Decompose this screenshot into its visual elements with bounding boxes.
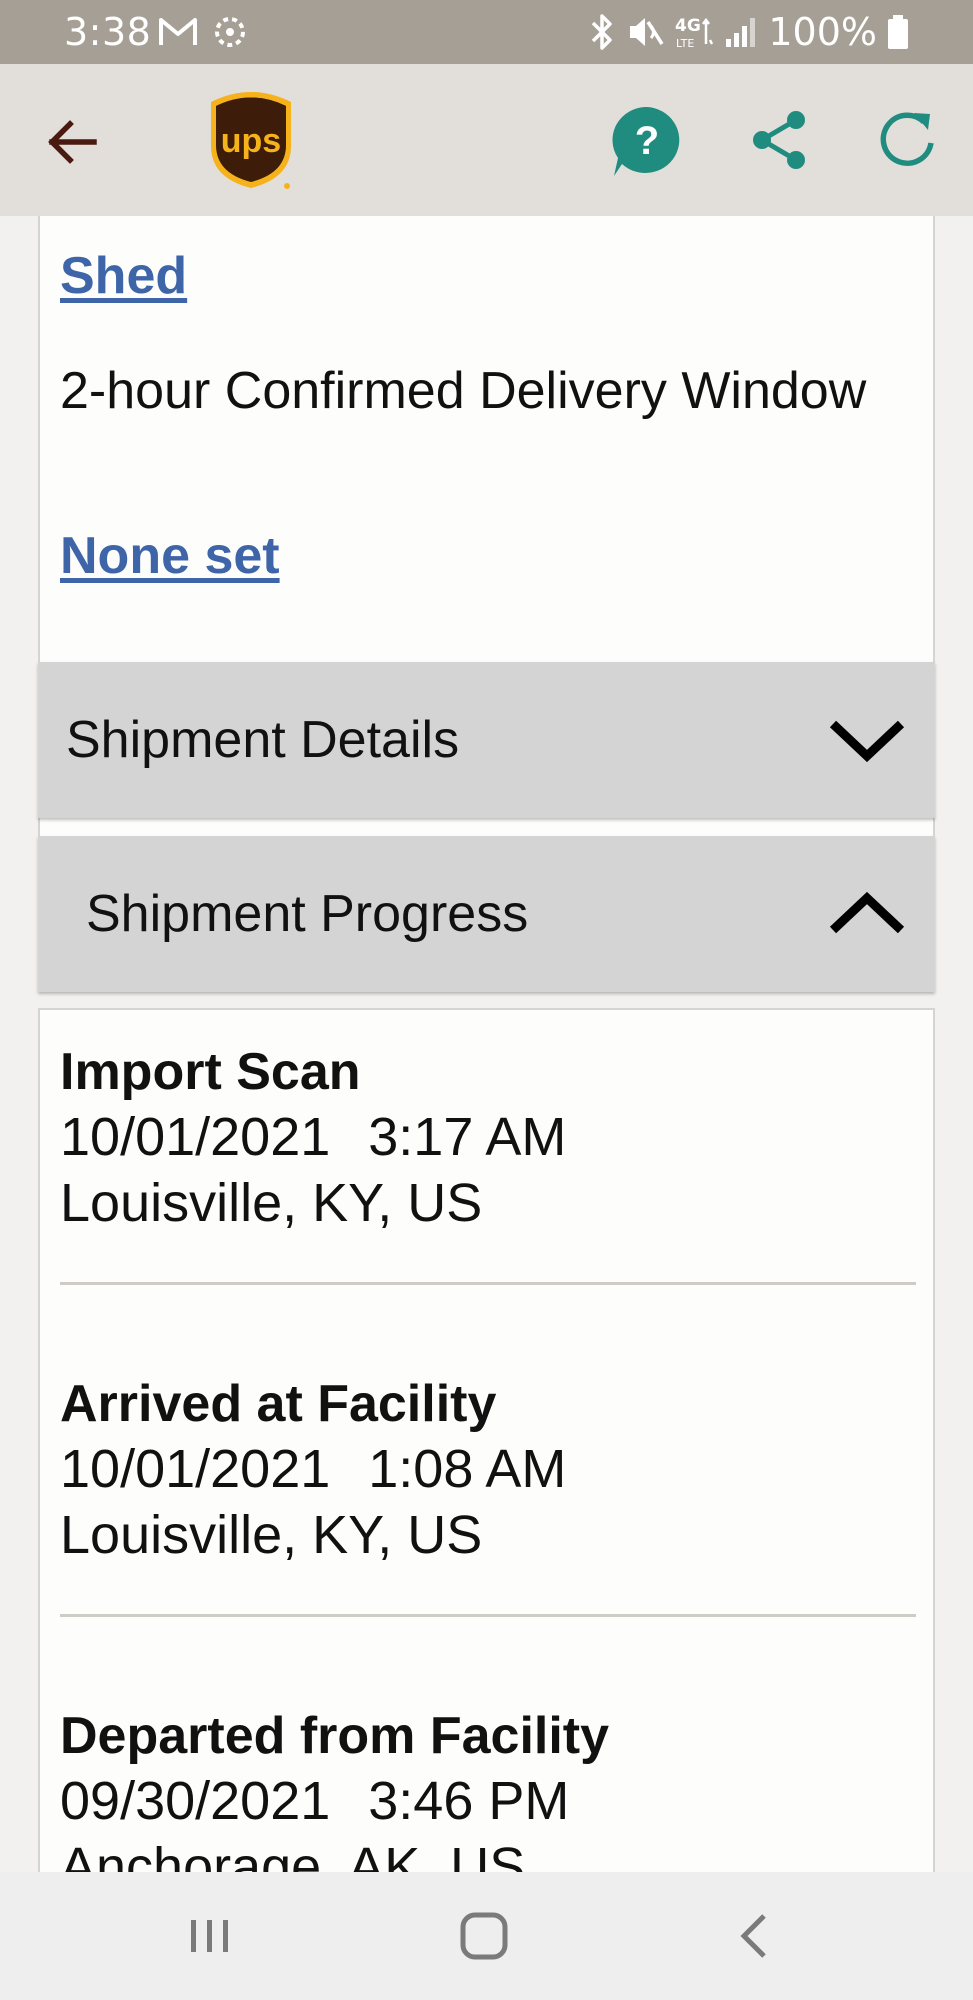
none-set-link[interactable]: None set bbox=[60, 526, 280, 586]
battery-icon bbox=[888, 15, 908, 49]
progress-event: Arrived at Facility 10/01/2021 1:08 AM Lo… bbox=[60, 1372, 916, 1617]
app-bar: ups ? bbox=[0, 64, 973, 216]
back-arrow-icon bbox=[48, 120, 97, 164]
back-button[interactable] bbox=[40, 110, 104, 174]
status-bar: 3:38 4G LTE 100% bbox=[0, 0, 973, 64]
nav-back-button[interactable] bbox=[726, 1906, 786, 1966]
shipment-progress-label: Shipment Progress bbox=[86, 885, 529, 943]
status-time: 3:38 bbox=[64, 10, 152, 54]
share-icon bbox=[753, 111, 805, 169]
event-title: Arrived at Facility bbox=[60, 1375, 497, 1433]
event-time: 3:46 PM bbox=[368, 1771, 570, 1831]
shipment-progress-header[interactable]: Shipment Progress bbox=[38, 836, 935, 992]
event-datetime: 10/01/2021 3:17 AM bbox=[60, 1104, 916, 1170]
mute-icon bbox=[630, 18, 664, 46]
status-system-icons: 4G LTE 100% bbox=[588, 10, 909, 54]
progress-event: Import Scan 10/01/2021 3:17 AM Louisville… bbox=[60, 1040, 916, 1285]
refresh-button[interactable] bbox=[874, 108, 940, 174]
recents-button[interactable] bbox=[180, 1906, 240, 1966]
help-button[interactable]: ? bbox=[610, 104, 684, 178]
chevron-up-icon bbox=[829, 891, 905, 934]
event-divider bbox=[60, 1614, 916, 1617]
chevron-down-icon bbox=[829, 720, 905, 763]
scroll-content[interactable]: Shed 2-hour Confirmed Delivery Window No… bbox=[0, 216, 973, 1872]
ups-logo-text: ups bbox=[221, 122, 281, 160]
event-location: Louisville, KY, US bbox=[60, 1173, 483, 1233]
progress-event: Departed from Facility 09/30/2021 3:46 PM… bbox=[60, 1704, 916, 1872]
system-nav-bar bbox=[0, 1872, 973, 2000]
event-date: 10/01/2021 bbox=[60, 1439, 331, 1499]
delivery-window-label: 2-hour Confirmed Delivery Window bbox=[60, 362, 867, 420]
shipment-progress-list: Import Scan 10/01/2021 3:17 AM Louisville… bbox=[38, 1008, 935, 1872]
ups-logo: ups bbox=[207, 88, 295, 192]
event-datetime: 10/01/2021 1:08 AM bbox=[60, 1436, 916, 1502]
help-icon: ? bbox=[612, 106, 680, 176]
event-title: Departed from Facility bbox=[60, 1707, 610, 1765]
event-date: 09/30/2021 bbox=[60, 1771, 331, 1831]
refresh-icon bbox=[880, 112, 934, 166]
status-notification-icons bbox=[158, 14, 248, 50]
shipment-details-label: Shipment Details bbox=[66, 711, 460, 769]
svg-text:?: ? bbox=[635, 119, 659, 163]
event-datetime: 09/30/2021 3:46 PM bbox=[60, 1768, 916, 1834]
home-button[interactable] bbox=[454, 1906, 514, 1966]
sync-icon bbox=[215, 17, 245, 47]
event-location: Louisville, KY, US bbox=[60, 1505, 483, 1565]
shed-link[interactable]: Shed bbox=[60, 246, 187, 306]
event-title: Import Scan bbox=[60, 1043, 361, 1101]
share-button[interactable] bbox=[748, 108, 812, 172]
back-icon bbox=[740, 1914, 766, 1958]
recents-icon bbox=[191, 1920, 228, 1952]
gmail-icon bbox=[159, 18, 197, 45]
shipment-details-header[interactable]: Shipment Details bbox=[38, 662, 935, 818]
event-date: 10/01/2021 bbox=[60, 1107, 331, 1167]
event-time: 3:17 AM bbox=[368, 1107, 567, 1167]
event-divider bbox=[60, 1282, 916, 1285]
event-location: Anchorage, AK, US bbox=[60, 1837, 526, 1872]
svg-text:LTE: LTE bbox=[676, 37, 694, 50]
battery-percent: 100% bbox=[768, 10, 877, 54]
signal-icon bbox=[726, 18, 756, 47]
4g-lte-icon: 4G LTE bbox=[675, 16, 714, 50]
home-icon bbox=[460, 1912, 508, 1960]
event-time: 1:08 AM bbox=[368, 1439, 567, 1499]
bluetooth-icon bbox=[592, 14, 613, 50]
svg-text:4G: 4G bbox=[675, 16, 701, 36]
